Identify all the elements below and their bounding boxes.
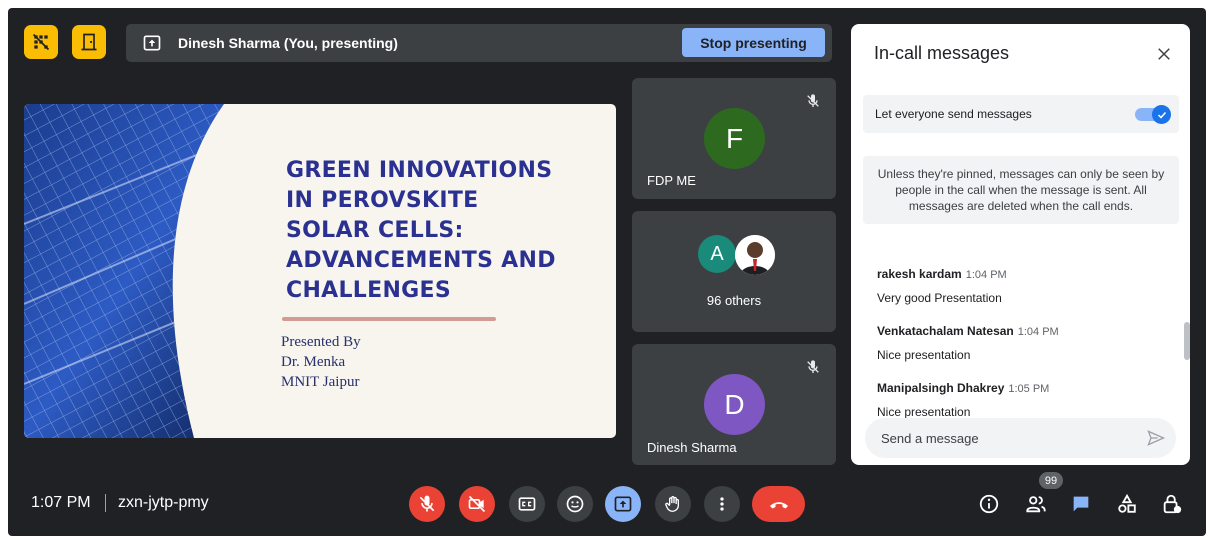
chat-message: Venkatachalam Natesan 1:04 PM Nice presen… bbox=[877, 322, 1059, 362]
door-button[interactable] bbox=[72, 25, 106, 59]
message-input[interactable] bbox=[881, 418, 1131, 458]
captions-button[interactable] bbox=[509, 486, 545, 522]
send-icon[interactable] bbox=[1146, 428, 1166, 448]
muted-mic-icon bbox=[802, 90, 824, 112]
participant-tile-fdp-me[interactable]: F FDP ME bbox=[632, 78, 836, 199]
people-button[interactable] bbox=[1020, 488, 1052, 520]
avatar-photo bbox=[735, 235, 775, 275]
more-vert-icon bbox=[720, 497, 724, 511]
shapes-icon bbox=[1118, 493, 1136, 513]
activities-button[interactable] bbox=[1111, 488, 1143, 520]
mic-off-icon bbox=[419, 495, 435, 512]
send-permission-row: Let everyone send messages bbox=[863, 95, 1179, 133]
present-screen-icon bbox=[614, 496, 632, 512]
chat-icon bbox=[1073, 496, 1089, 512]
message-sender: rakesh kardam bbox=[877, 267, 962, 281]
more-options-button[interactable] bbox=[704, 486, 740, 522]
present-screen-icon bbox=[143, 35, 161, 51]
door-icon bbox=[81, 33, 97, 51]
slide-underline bbox=[282, 317, 496, 321]
message-time: 1:04 PM bbox=[965, 269, 1007, 281]
avatar: A bbox=[698, 235, 736, 273]
meeting-code: zxn-jytp-pmy bbox=[118, 494, 209, 511]
participant-count-badge: 99 bbox=[1039, 472, 1063, 489]
microphone-button[interactable] bbox=[409, 486, 445, 522]
present-now-button[interactable] bbox=[605, 486, 641, 522]
message-sender: Manipalsingh Dhakrey bbox=[877, 381, 1005, 395]
emoji-icon bbox=[566, 495, 584, 513]
check-icon bbox=[1152, 105, 1171, 124]
slide-byline: Presented By Dr. Menka MNIT Jaipur bbox=[281, 334, 361, 390]
message-text: Nice presentation bbox=[877, 405, 971, 419]
participant-name: Dinesh Sharma bbox=[647, 440, 737, 455]
close-icon bbox=[1158, 48, 1170, 60]
toggle-label: Let everyone send messages bbox=[875, 107, 1032, 121]
person-photo-icon bbox=[735, 235, 775, 275]
message-time: 1:05 PM bbox=[1008, 383, 1050, 395]
participant-name: FDP ME bbox=[647, 173, 696, 188]
lock-person-icon bbox=[1163, 494, 1182, 514]
slide-title: GREEN INNOVATIONS IN PEROVSKITE SOLAR CE… bbox=[286, 158, 556, 303]
hide-tiles-button[interactable] bbox=[24, 25, 58, 59]
message-composer bbox=[865, 418, 1176, 458]
presenter-label: Dinesh Sharma (You, presenting) bbox=[178, 35, 398, 51]
camera-button[interactable] bbox=[459, 486, 495, 522]
message-sender: Venkatachalam Natesan bbox=[877, 324, 1014, 338]
message-text: Nice presentation bbox=[877, 348, 971, 362]
stop-presenting-button[interactable]: Stop presenting bbox=[682, 28, 825, 57]
leave-call-button[interactable] bbox=[752, 486, 805, 522]
meeting-clock: 1:07 PM bbox=[31, 494, 91, 511]
participant-name: 96 others bbox=[706, 293, 762, 308]
host-controls-button[interactable] bbox=[1156, 488, 1188, 520]
avatar: F bbox=[704, 108, 765, 169]
in-call-messages-panel: In-call messages Let everyone send messa… bbox=[851, 24, 1190, 465]
message-text: Very good Presentation bbox=[877, 291, 1002, 305]
muted-mic-icon bbox=[802, 356, 824, 378]
reactions-button[interactable] bbox=[557, 486, 593, 522]
participant-tile-others[interactable]: A 96 others bbox=[632, 211, 836, 332]
separator bbox=[105, 494, 106, 512]
meet-window: Dinesh Sharma (You, presenting) Stop pre… bbox=[8, 8, 1206, 536]
presenting-bar: Dinesh Sharma (You, presenting) Stop pre… bbox=[126, 24, 832, 62]
chat-message: Manipalsingh Dhakrey 1:05 PM Nice present… bbox=[877, 379, 1049, 419]
close-panel-button[interactable] bbox=[1152, 42, 1176, 66]
info-icon bbox=[979, 494, 999, 514]
participant-tile-dinesh-sharma[interactable]: D Dinesh Sharma bbox=[632, 344, 836, 465]
message-notice: Unless they're pinned, messages can only… bbox=[863, 156, 1179, 224]
let-everyone-send-toggle[interactable] bbox=[1135, 105, 1171, 124]
chat-scrollbar[interactable] bbox=[1184, 322, 1190, 360]
panel-title: In-call messages bbox=[874, 43, 1010, 63]
grid-off-icon bbox=[32, 33, 50, 51]
raise-hand-button[interactable] bbox=[655, 486, 691, 522]
camera-off-icon bbox=[468, 495, 486, 513]
end-call-icon bbox=[769, 502, 788, 509]
chat-button[interactable] bbox=[1065, 488, 1097, 520]
chat-message: rakesh kardam 1:04 PM Very good Presentat… bbox=[877, 265, 1007, 305]
message-time: 1:04 PM bbox=[1017, 326, 1059, 338]
closed-captions-icon bbox=[518, 497, 536, 511]
presentation-slide: GREEN INNOVATIONS IN PEROVSKITE SOLAR CE… bbox=[24, 104, 616, 438]
people-icon bbox=[1026, 496, 1046, 513]
meeting-details-button[interactable] bbox=[973, 488, 1005, 520]
hand-icon bbox=[665, 496, 679, 512]
avatar: D bbox=[704, 374, 765, 435]
